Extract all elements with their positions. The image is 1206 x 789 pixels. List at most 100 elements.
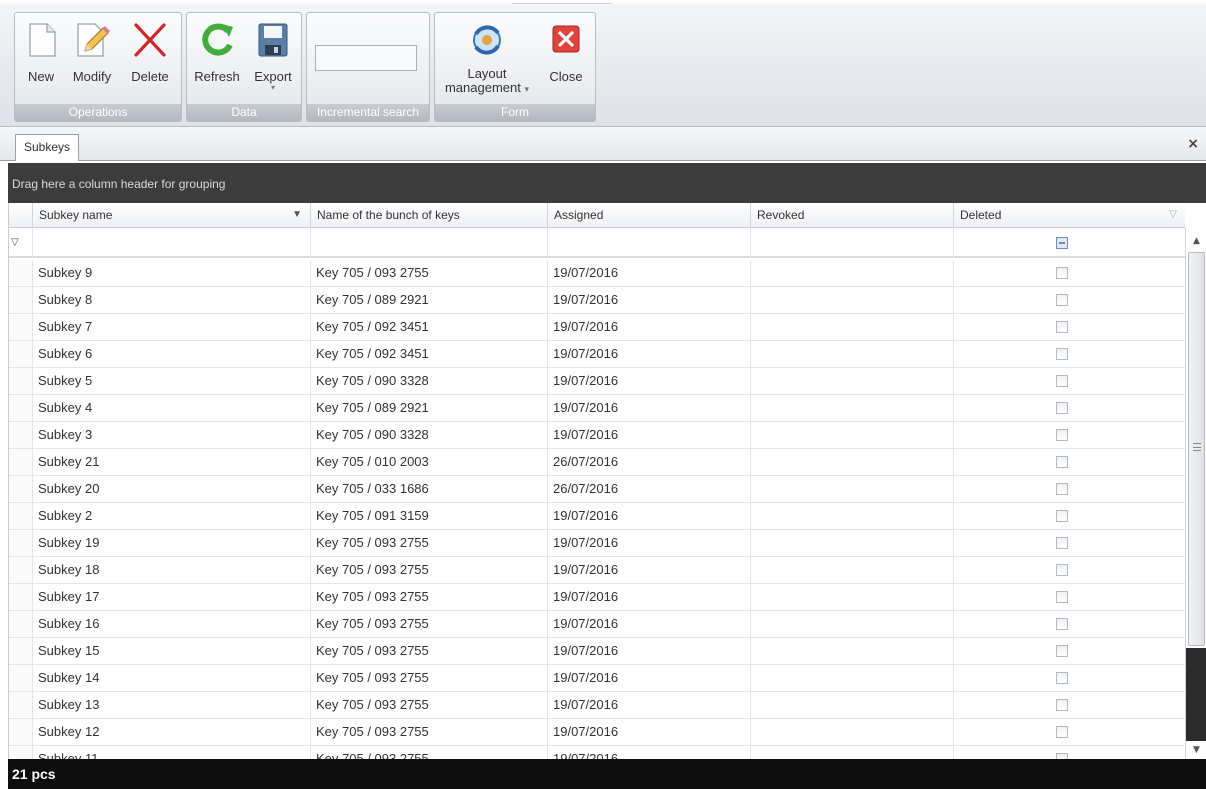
table-row[interactable]: Subkey 2 Key 705 / 091 3159 19/07/2016 [9, 503, 1185, 530]
table-row[interactable]: Subkey 13 Key 705 / 093 2755 19/07/2016 [9, 692, 1185, 719]
delete-button[interactable]: Delete [125, 21, 175, 101]
cell-subkey-name[interactable]: Subkey 12 [33, 719, 311, 745]
cell-assigned[interactable]: 19/07/2016 [548, 530, 751, 556]
cell-bunch-name[interactable]: Key 705 / 093 2755 [311, 530, 548, 556]
cell-revoked[interactable] [751, 422, 954, 448]
deleted-checkbox[interactable] [1056, 618, 1068, 630]
cell-bunch-name[interactable]: Key 705 / 010 2003 [311, 449, 548, 475]
table-row[interactable]: Subkey 20 Key 705 / 033 1686 26/07/2016 [9, 476, 1185, 503]
scroll-down-arrow-icon[interactable]: ▼ [1186, 741, 1206, 759]
table-row[interactable]: Subkey 21 Key 705 / 010 2003 26/07/2016 [9, 449, 1185, 476]
cell-deleted[interactable] [954, 665, 1185, 691]
deleted-checkbox[interactable] [1056, 456, 1068, 468]
cell-bunch-name[interactable]: Key 705 / 093 2755 [311, 665, 548, 691]
vertical-scrollbar[interactable]: ▲ ▼ [1185, 228, 1206, 759]
row-indicator[interactable] [9, 611, 33, 637]
incremental-search-input[interactable] [315, 45, 417, 71]
table-row[interactable]: Subkey 3 Key 705 / 090 3328 19/07/2016 [9, 422, 1185, 449]
cell-assigned[interactable]: 19/07/2016 [548, 692, 751, 718]
cell-subkey-name[interactable]: Subkey 7 [33, 314, 311, 340]
row-indicator[interactable] [9, 692, 33, 718]
cell-deleted[interactable] [954, 314, 1185, 340]
cell-deleted[interactable] [954, 503, 1185, 529]
filter-deleted-checkbox[interactable] [1056, 237, 1068, 249]
row-indicator[interactable] [9, 746, 33, 759]
cell-subkey-name[interactable]: Subkey 20 [33, 476, 311, 502]
cell-revoked[interactable] [751, 665, 954, 691]
cell-deleted[interactable] [954, 584, 1185, 610]
row-indicator[interactable] [9, 584, 33, 610]
cell-assigned[interactable]: 19/07/2016 [548, 395, 751, 421]
cell-revoked[interactable] [751, 503, 954, 529]
cell-subkey-name[interactable]: Subkey 21 [33, 449, 311, 475]
table-row[interactable]: Subkey 7 Key 705 / 092 3451 19/07/2016 [9, 314, 1185, 341]
filter-cell-assigned[interactable] [548, 228, 751, 258]
cell-subkey-name[interactable]: Subkey 16 [33, 611, 311, 637]
table-row[interactable]: Subkey 16 Key 705 / 093 2755 19/07/2016 [9, 611, 1185, 638]
modify-button[interactable]: Modify [67, 21, 117, 101]
cell-assigned[interactable]: 19/07/2016 [548, 422, 751, 448]
cell-revoked[interactable] [751, 395, 954, 421]
cell-assigned[interactable]: 19/07/2016 [548, 287, 751, 313]
column-header-deleted[interactable]: Deleted ▽ [954, 203, 1185, 228]
table-row[interactable]: Subkey 5 Key 705 / 090 3328 19/07/2016 [9, 368, 1185, 395]
cell-deleted[interactable] [954, 449, 1185, 475]
cell-assigned[interactable]: 19/07/2016 [548, 557, 751, 583]
cell-revoked[interactable] [751, 638, 954, 664]
column-filter-icon[interactable]: ▽ [1169, 203, 1177, 227]
column-header-subkey-name[interactable]: Subkey name ▼ [33, 203, 311, 228]
deleted-checkbox[interactable] [1056, 294, 1068, 306]
row-indicator[interactable] [9, 422, 33, 448]
row-indicator[interactable] [9, 449, 33, 475]
cell-assigned[interactable]: 19/07/2016 [548, 260, 751, 286]
close-form-button[interactable]: Close [543, 21, 589, 101]
cell-bunch-name[interactable]: Key 705 / 093 2755 [311, 638, 548, 664]
tab-close-icon[interactable]: × [1187, 136, 1199, 152]
refresh-button[interactable]: Refresh [191, 21, 243, 101]
cell-revoked[interactable] [751, 449, 954, 475]
cell-subkey-name[interactable]: Subkey 9 [33, 260, 311, 286]
tab-subkeys[interactable]: Subkeys [15, 134, 80, 161]
cell-subkey-name[interactable]: Subkey 4 [33, 395, 311, 421]
cell-deleted[interactable] [954, 638, 1185, 664]
deleted-checkbox[interactable] [1056, 672, 1068, 684]
cell-revoked[interactable] [751, 314, 954, 340]
cell-assigned[interactable]: 19/07/2016 [548, 638, 751, 664]
cell-revoked[interactable] [751, 341, 954, 367]
table-row[interactable]: Subkey 12 Key 705 / 093 2755 19/07/2016 [9, 719, 1185, 746]
table-row[interactable]: Subkey 6 Key 705 / 092 3451 19/07/2016 [9, 341, 1185, 368]
cell-revoked[interactable] [751, 611, 954, 637]
deleted-checkbox[interactable] [1056, 591, 1068, 603]
deleted-checkbox[interactable] [1056, 429, 1068, 441]
cell-deleted[interactable] [954, 422, 1185, 448]
row-indicator[interactable] [9, 719, 33, 745]
deleted-checkbox[interactable] [1056, 699, 1068, 711]
deleted-checkbox[interactable] [1056, 645, 1068, 657]
cell-bunch-name[interactable]: Key 705 / 090 3328 [311, 368, 548, 394]
cell-assigned[interactable]: 19/07/2016 [548, 746, 751, 759]
filter-cell-subkey-name[interactable] [33, 228, 311, 258]
deleted-checkbox[interactable] [1056, 564, 1068, 576]
cell-deleted[interactable] [954, 692, 1185, 718]
column-header-assigned[interactable]: Assigned [548, 203, 751, 228]
cell-deleted[interactable] [954, 368, 1185, 394]
cell-bunch-name[interactable]: Key 705 / 033 1686 [311, 476, 548, 502]
cell-assigned[interactable]: 19/07/2016 [548, 341, 751, 367]
cell-subkey-name[interactable]: Subkey 18 [33, 557, 311, 583]
group-by-panel[interactable]: Drag here a column header for grouping [8, 163, 1206, 203]
table-row[interactable]: Subkey 17 Key 705 / 093 2755 19/07/2016 [9, 584, 1185, 611]
row-indicator[interactable] [9, 260, 33, 286]
cell-bunch-name[interactable]: Key 705 / 093 2755 [311, 260, 548, 286]
cell-revoked[interactable] [751, 260, 954, 286]
cell-assigned[interactable]: 19/07/2016 [548, 719, 751, 745]
cell-revoked[interactable] [751, 557, 954, 583]
cell-subkey-name[interactable]: Subkey 6 [33, 341, 311, 367]
cell-subkey-name[interactable]: Subkey 8 [33, 287, 311, 313]
cell-revoked[interactable] [751, 530, 954, 556]
scrollbar-thumb[interactable] [1188, 252, 1205, 646]
scrollbar-track[interactable] [1186, 648, 1206, 741]
row-indicator[interactable] [9, 638, 33, 664]
cell-assigned[interactable]: 19/07/2016 [548, 503, 751, 529]
table-row[interactable]: Subkey 11 Key 705 / 093 2755 19/07/2016 [9, 746, 1185, 759]
cell-assigned[interactable]: 26/07/2016 [548, 449, 751, 475]
